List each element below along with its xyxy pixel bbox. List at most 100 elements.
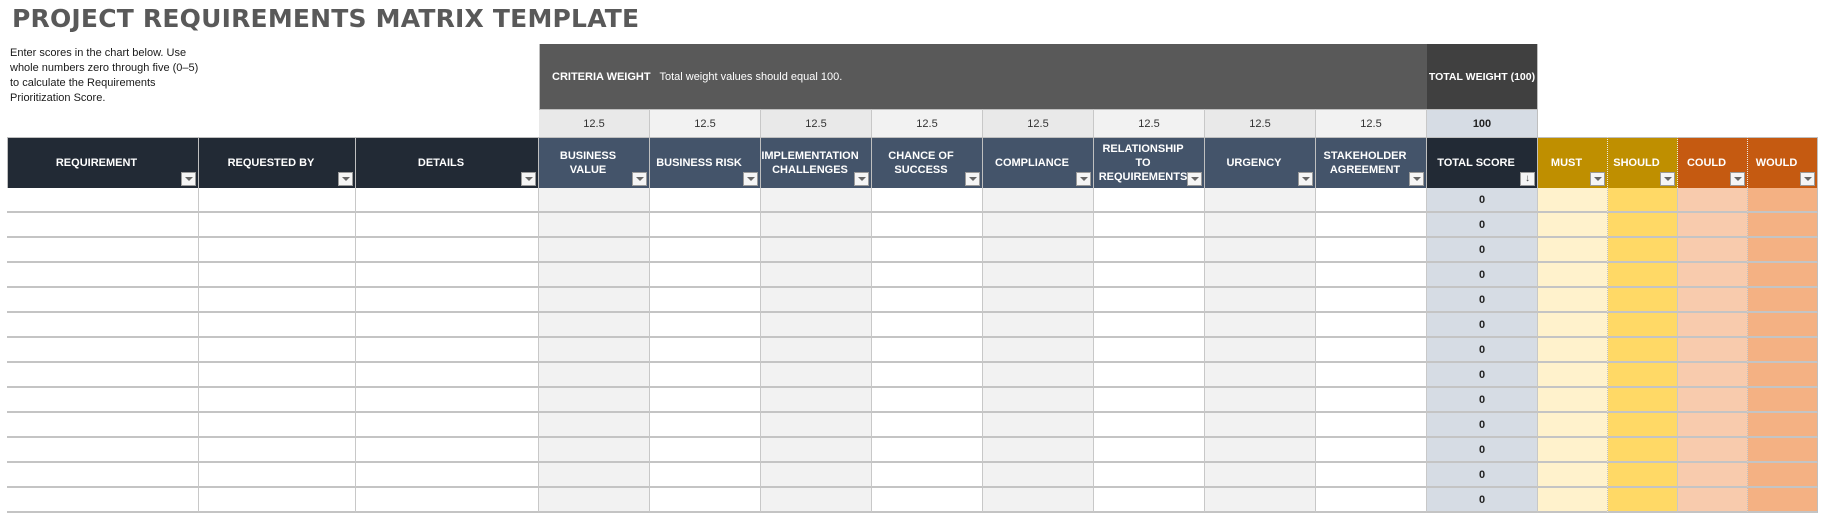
cell-business-risk[interactable] xyxy=(650,438,761,463)
cell-stakeholder-agreement[interactable] xyxy=(1316,463,1427,488)
cell-chance-of-success[interactable] xyxy=(872,238,983,263)
cell-business-value[interactable] xyxy=(539,463,650,488)
cell-business-value[interactable] xyxy=(539,263,650,288)
cell-relationship-to-requirements[interactable] xyxy=(1094,288,1205,313)
cell-requested-by[interactable] xyxy=(199,388,356,413)
cell-business-value[interactable] xyxy=(539,438,650,463)
cell-requested-by[interactable] xyxy=(199,263,356,288)
cell-should[interactable] xyxy=(1608,463,1678,488)
cell-chance-of-success[interactable] xyxy=(872,313,983,338)
cell-compliance[interactable] xyxy=(983,263,1094,288)
cell-business-risk[interactable] xyxy=(650,413,761,438)
sort-filter-button[interactable]: ↓ xyxy=(1520,172,1535,186)
cell-must[interactable] xyxy=(1538,488,1608,513)
filter-dropdown-button[interactable] xyxy=(854,172,869,186)
cell-business-value[interactable] xyxy=(539,213,650,238)
filter-dropdown-button[interactable] xyxy=(1800,172,1815,186)
cell-compliance[interactable] xyxy=(983,438,1094,463)
cell-details[interactable] xyxy=(356,288,539,313)
filter-dropdown-button[interactable] xyxy=(1730,172,1745,186)
cell-must[interactable] xyxy=(1538,288,1608,313)
cell-stakeholder-agreement[interactable] xyxy=(1316,263,1427,288)
cell-could[interactable] xyxy=(1678,213,1748,238)
cell-should[interactable] xyxy=(1608,188,1678,213)
cell-chance-of-success[interactable] xyxy=(872,488,983,513)
cell-details[interactable] xyxy=(356,263,539,288)
cell-must[interactable] xyxy=(1538,438,1608,463)
cell-should[interactable] xyxy=(1608,363,1678,388)
cell-would[interactable] xyxy=(1748,413,1818,438)
cell-details[interactable] xyxy=(356,238,539,263)
cell-urgency[interactable] xyxy=(1205,313,1316,338)
cell-relationship-to-requirements[interactable] xyxy=(1094,263,1205,288)
cell-would[interactable] xyxy=(1748,313,1818,338)
cell-would[interactable] xyxy=(1748,463,1818,488)
cell-details[interactable] xyxy=(356,388,539,413)
cell-stakeholder-agreement[interactable] xyxy=(1316,363,1427,388)
weight-input-implementation-challenges[interactable]: 12.5 xyxy=(761,109,872,137)
cell-chance-of-success[interactable] xyxy=(872,188,983,213)
cell-requested-by[interactable] xyxy=(199,213,356,238)
cell-stakeholder-agreement[interactable] xyxy=(1316,488,1427,513)
cell-relationship-to-requirements[interactable] xyxy=(1094,363,1205,388)
cell-chance-of-success[interactable] xyxy=(872,288,983,313)
cell-requirement[interactable] xyxy=(7,488,199,513)
cell-requested-by[interactable] xyxy=(199,288,356,313)
cell-compliance[interactable] xyxy=(983,338,1094,363)
cell-must[interactable] xyxy=(1538,463,1608,488)
cell-business-risk[interactable] xyxy=(650,213,761,238)
cell-chance-of-success[interactable] xyxy=(872,438,983,463)
cell-details[interactable] xyxy=(356,413,539,438)
cell-business-value[interactable] xyxy=(539,338,650,363)
cell-implementation-challenges[interactable] xyxy=(761,388,872,413)
cell-must[interactable] xyxy=(1538,188,1608,213)
weight-input-chance-of-success[interactable]: 12.5 xyxy=(872,109,983,137)
cell-urgency[interactable] xyxy=(1205,338,1316,363)
cell-must[interactable] xyxy=(1538,238,1608,263)
cell-business-risk[interactable] xyxy=(650,488,761,513)
cell-requirement[interactable] xyxy=(7,463,199,488)
cell-stakeholder-agreement[interactable] xyxy=(1316,288,1427,313)
cell-requirement[interactable] xyxy=(7,313,199,338)
cell-requested-by[interactable] xyxy=(199,488,356,513)
cell-must[interactable] xyxy=(1538,338,1608,363)
cell-would[interactable] xyxy=(1748,238,1818,263)
cell-should[interactable] xyxy=(1608,438,1678,463)
cell-business-value[interactable] xyxy=(539,413,650,438)
cell-implementation-challenges[interactable] xyxy=(761,213,872,238)
cell-urgency[interactable] xyxy=(1205,263,1316,288)
cell-stakeholder-agreement[interactable] xyxy=(1316,238,1427,263)
cell-relationship-to-requirements[interactable] xyxy=(1094,388,1205,413)
cell-implementation-challenges[interactable] xyxy=(761,188,872,213)
filter-dropdown-button[interactable] xyxy=(1409,172,1424,186)
cell-requirement[interactable] xyxy=(7,263,199,288)
weight-input-business-value[interactable]: 12.5 xyxy=(539,109,650,137)
cell-must[interactable] xyxy=(1538,363,1608,388)
cell-compliance[interactable] xyxy=(983,188,1094,213)
cell-requested-by[interactable] xyxy=(199,338,356,363)
cell-implementation-challenges[interactable] xyxy=(761,263,872,288)
filter-dropdown-button[interactable] xyxy=(1298,172,1313,186)
cell-implementation-challenges[interactable] xyxy=(761,313,872,338)
cell-chance-of-success[interactable] xyxy=(872,213,983,238)
cell-business-value[interactable] xyxy=(539,388,650,413)
filter-dropdown-button[interactable] xyxy=(338,172,353,186)
cell-should[interactable] xyxy=(1608,313,1678,338)
cell-would[interactable] xyxy=(1748,288,1818,313)
filter-dropdown-button[interactable] xyxy=(743,172,758,186)
weight-input-relationship-to-requirements[interactable]: 12.5 xyxy=(1094,109,1205,137)
cell-would[interactable] xyxy=(1748,188,1818,213)
weight-input-urgency[interactable]: 12.5 xyxy=(1205,109,1316,137)
cell-compliance[interactable] xyxy=(983,463,1094,488)
cell-should[interactable] xyxy=(1608,413,1678,438)
cell-details[interactable] xyxy=(356,463,539,488)
cell-could[interactable] xyxy=(1678,238,1748,263)
cell-could[interactable] xyxy=(1678,438,1748,463)
cell-stakeholder-agreement[interactable] xyxy=(1316,188,1427,213)
cell-must[interactable] xyxy=(1538,263,1608,288)
cell-business-risk[interactable] xyxy=(650,288,761,313)
cell-must[interactable] xyxy=(1538,388,1608,413)
cell-stakeholder-agreement[interactable] xyxy=(1316,313,1427,338)
cell-implementation-challenges[interactable] xyxy=(761,363,872,388)
cell-chance-of-success[interactable] xyxy=(872,463,983,488)
